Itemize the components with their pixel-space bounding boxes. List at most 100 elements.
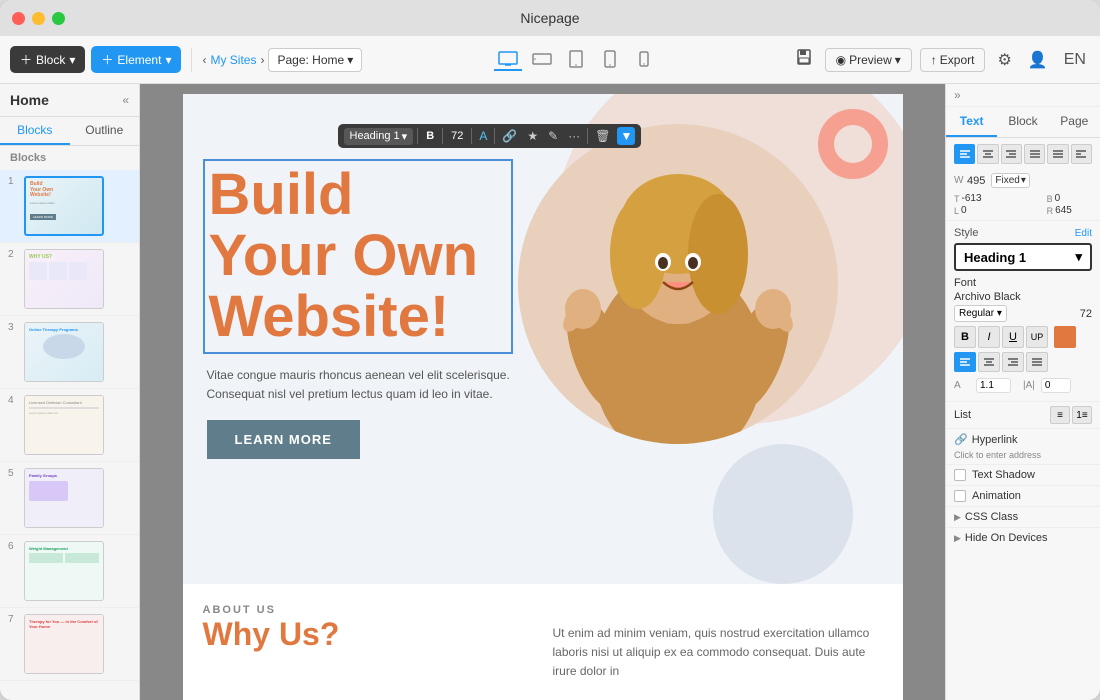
width-value: 495 — [967, 175, 985, 187]
list-buttons: ≡ 1≡ — [1050, 406, 1092, 424]
style-chevron: ▾ — [1075, 249, 1082, 265]
export-button[interactable]: ↑ Export — [920, 48, 986, 72]
italic-button[interactable]: I — [978, 326, 1000, 348]
page-item-5[interactable]: 5 Family Groups — [0, 462, 139, 535]
eye-icon: ◉ — [836, 53, 846, 67]
line-height-input[interactable] — [1041, 378, 1071, 393]
heading-style-dropdown[interactable]: Heading 1 ▾ — [954, 243, 1092, 271]
sidebar-title: Home — [10, 92, 49, 108]
panel-tabs: Text Block Page — [946, 107, 1100, 138]
small-mobile-icon[interactable] — [630, 49, 658, 71]
tablet-portrait-icon[interactable] — [562, 49, 590, 71]
page-thumb-6: Weight Management — [24, 541, 104, 601]
spacing-row-1: A |A| — [954, 376, 1092, 395]
tab-outline[interactable]: Outline — [70, 117, 140, 145]
add-block-button[interactable]: ＋ Block ▾ — [10, 46, 85, 73]
page-item-3[interactable]: 3 Online Therapy Programs — [0, 316, 139, 389]
align-center-btn[interactable] — [977, 144, 998, 164]
page-list: 1 BuildYour OwnWebsite! Lorem ipsum dolo… — [0, 170, 139, 700]
text-align-center-btn[interactable] — [978, 352, 1000, 372]
right-panel: » Text Block Page — [945, 84, 1100, 700]
page-thumb-4: Licensed Dietician Consultant Lorem ipsu… — [24, 395, 104, 455]
font-style-dropdown[interactable]: Regular ▾ — [954, 305, 1007, 322]
align-left-btn[interactable] — [954, 144, 975, 164]
align-justify-btn[interactable] — [1024, 144, 1045, 164]
page-thumb-3: Online Therapy Programs — [24, 322, 104, 382]
page-selector[interactable]: Page: Home ▾ — [268, 48, 362, 72]
align-right-btn[interactable] — [1001, 144, 1022, 164]
about-left: ABOUT US Why Us? — [203, 604, 533, 682]
page-item-2[interactable]: 2 WHY US? — [0, 243, 139, 316]
delete-btn[interactable]: 🗑 — [592, 127, 613, 145]
bold-toggle[interactable]: B — [422, 128, 438, 144]
heading-style-selector[interactable]: Heading 1 ▾ — [344, 128, 414, 145]
page-item-4[interactable]: 4 Licensed Dietician Consultant Lorem ip… — [0, 389, 139, 462]
style-label: Style — [954, 227, 978, 239]
settings-button[interactable]: ⚙ — [993, 46, 1015, 74]
underline-button[interactable]: U — [1002, 326, 1024, 348]
sidebar-collapse-icon[interactable]: « — [122, 93, 129, 107]
align-auto-btn[interactable] — [1071, 144, 1092, 164]
font-color-btn[interactable]: A — [476, 127, 490, 145]
page-item-6[interactable]: 6 Weight Management — [0, 535, 139, 608]
tab-text[interactable]: Text — [946, 107, 997, 137]
language-button[interactable]: EN — [1060, 47, 1090, 73]
animation-checkbox[interactable] — [954, 490, 966, 502]
link-btn[interactable]: 🔗 — [499, 127, 520, 145]
bottom-value: 0 — [1055, 193, 1061, 204]
close-button[interactable] — [12, 12, 25, 25]
left-value: 0 — [961, 205, 967, 216]
tab-page[interactable]: Page — [1049, 107, 1100, 137]
preview-button[interactable]: ◉ Preview ▾ — [825, 48, 912, 72]
unordered-list-btn[interactable]: ≡ — [1050, 406, 1070, 424]
font-size-input[interactable]: 72 — [447, 128, 467, 144]
hero-text-block: Build Your Own Website! Vitae congue mau… — [203, 159, 513, 459]
right-value: 645 — [1055, 205, 1072, 216]
text-color-picker[interactable] — [1054, 326, 1076, 348]
hide-on-devices-row[interactable]: ▶ Hide On Devices — [946, 527, 1100, 548]
css-class-row[interactable]: ▶ CSS Class — [946, 506, 1100, 527]
text-align-justify-btn[interactable] — [1026, 352, 1048, 372]
uppercase-button[interactable]: UP — [1026, 326, 1048, 348]
tab-blocks[interactable]: Blocks — [0, 117, 70, 145]
list-label: List — [954, 409, 971, 421]
panel-collapse-button[interactable]: » — [954, 88, 961, 102]
letter-spacing-input[interactable] — [976, 378, 1011, 393]
page-item-7[interactable]: 7 Therapy for You — in the Comfort of Yo… — [0, 608, 139, 681]
fullscreen-button[interactable] — [52, 12, 65, 25]
align-stretch-btn[interactable] — [1047, 144, 1068, 164]
text-shadow-checkbox[interactable] — [954, 469, 966, 481]
tab-block[interactable]: Block — [997, 107, 1048, 137]
hero-orange-ring — [818, 109, 888, 179]
hyperlink-placeholder[interactable]: Click to enter address — [946, 450, 1100, 464]
text-align-right-btn[interactable] — [1002, 352, 1024, 372]
text-format-toolbar: Heading 1 ▾ B 72 A 🔗 ★ ✎ ··· — [338, 124, 642, 148]
plus-icon-element: ＋ — [101, 51, 113, 68]
hero-heading[interactable]: Build Your Own Website! — [203, 159, 513, 354]
main-area: Home « Blocks Outline Blocks 1 BuildYour… — [0, 84, 1100, 700]
user-button[interactable]: 👤 — [1024, 46, 1052, 74]
star-btn[interactable]: ★ — [524, 127, 541, 145]
desktop-icon[interactable] — [494, 49, 522, 71]
move-down-btn[interactable]: ▼ — [617, 127, 635, 145]
chevron-left-icon: ‹ — [202, 53, 206, 67]
text-align-left-btn[interactable] — [954, 352, 976, 372]
about-section: ABOUT US Why Us? Ut enim ad minim veniam… — [183, 584, 903, 700]
width-mode-dropdown[interactable]: Fixed ▾ — [991, 173, 1029, 188]
titlebar: Nicepage — [0, 0, 1100, 36]
page-item-1[interactable]: 1 BuildYour OwnWebsite! Lorem ipsum dolo… — [0, 170, 139, 243]
save-button[interactable] — [791, 44, 817, 75]
edit-btn[interactable]: ✎ — [545, 127, 561, 145]
learn-more-button[interactable]: LEARN MORE — [207, 420, 360, 459]
edit-link[interactable]: Edit — [1075, 228, 1092, 239]
bold-button[interactable]: B — [954, 326, 976, 348]
add-element-button[interactable]: ＋ Element ▾ — [91, 46, 181, 73]
toolbar-right: ◉ Preview ▾ ↑ Export ⚙ 👤 EN — [791, 44, 1090, 75]
mobile-icon[interactable] — [596, 49, 624, 71]
minimize-button[interactable] — [32, 12, 45, 25]
more-btn[interactable]: ··· — [565, 127, 583, 145]
hyperlink-row[interactable]: 🔗 Hyperlink — [946, 428, 1100, 450]
ordered-list-btn[interactable]: 1≡ — [1072, 406, 1092, 424]
tablet-landscape-icon[interactable] — [528, 49, 556, 71]
my-sites-link[interactable]: My Sites — [210, 53, 256, 67]
